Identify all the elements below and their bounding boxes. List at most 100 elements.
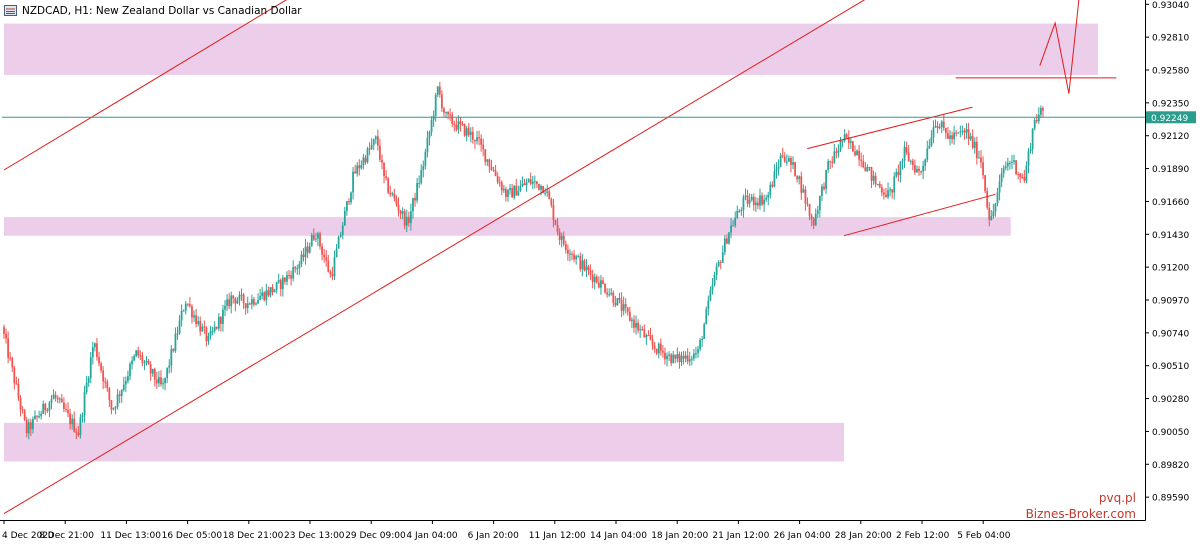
candle-body <box>451 114 454 125</box>
candle-body <box>209 331 212 336</box>
candle-body <box>114 406 117 409</box>
candle-body <box>806 203 809 205</box>
candle-body <box>151 368 154 374</box>
candle-body <box>62 402 65 410</box>
candle-body <box>885 194 887 198</box>
candle-body <box>711 285 714 291</box>
price-tick-label: 0.92810 <box>1152 34 1189 44</box>
candle-body <box>558 231 561 240</box>
candle-body <box>9 357 12 359</box>
candle-body <box>556 225 559 232</box>
candle-body <box>329 271 332 275</box>
candle-body <box>821 186 823 197</box>
candle-body <box>356 165 359 174</box>
candle-body <box>862 161 865 168</box>
chart-area[interactable]: 0.93040 0.92810 0.92580 0.92350 0.92120 0.918… <box>0 0 1200 549</box>
candle-body <box>129 364 131 377</box>
candle-body <box>46 410 49 412</box>
candle-body <box>308 246 311 253</box>
candle-body <box>521 183 524 187</box>
candle-body <box>96 343 98 358</box>
candle-body <box>1023 177 1026 181</box>
candle-body <box>858 150 861 160</box>
candle-body <box>463 124 466 136</box>
price-tick-label: 0.92350 <box>1152 99 1189 109</box>
candle-body <box>544 192 547 194</box>
time-tick-label: 11 Jan 12:00 <box>529 531 586 541</box>
candle-body <box>178 320 181 334</box>
candle-body <box>628 311 631 321</box>
candle-body <box>184 303 187 311</box>
time-tick-label: 28 Jan 20:00 <box>835 531 892 541</box>
candle-body <box>186 303 189 305</box>
candle-body <box>11 358 14 368</box>
candle-body <box>967 129 970 140</box>
price-tick-label: 0.91430 <box>1152 231 1189 241</box>
candle-body <box>916 168 918 173</box>
watermark-line-1: pvq.pl <box>1098 491 1136 505</box>
candle-body <box>959 131 962 133</box>
candle-body <box>721 252 724 263</box>
candle-body <box>304 246 307 258</box>
candle-body <box>314 238 317 240</box>
candle-body <box>922 165 925 172</box>
candle-body <box>639 329 642 331</box>
time-tick-label: 8 Dec 21:00 <box>39 531 94 541</box>
candle-body <box>500 182 503 191</box>
candle-body <box>32 418 34 430</box>
candle-body <box>312 234 315 240</box>
candle-body <box>757 202 759 206</box>
candle-body <box>564 244 567 250</box>
candle-body <box>56 397 59 400</box>
price-chart[interactable]: 0.93040 0.92810 0.92580 0.92350 0.92120 0.918… <box>0 0 1200 549</box>
candle-body <box>65 409 67 411</box>
candle-body <box>453 124 456 126</box>
candle-body <box>294 267 297 269</box>
candle-body <box>248 303 251 305</box>
candle-body <box>284 277 286 282</box>
candle-body <box>91 347 94 358</box>
candle-body <box>909 160 912 162</box>
candle-body <box>618 297 621 300</box>
candle-body <box>955 132 958 134</box>
candle-body <box>963 130 966 133</box>
candle-body <box>54 394 57 398</box>
candle-body <box>664 352 666 360</box>
candle-body <box>168 365 171 368</box>
candle-body <box>990 216 993 220</box>
candle-body <box>160 377 162 385</box>
candle-body <box>110 399 113 410</box>
candle-body <box>936 126 939 128</box>
candle-body <box>818 196 821 211</box>
candle-body <box>854 151 856 156</box>
candle-body <box>1011 162 1013 164</box>
candle-body <box>767 194 770 198</box>
candle-body <box>269 287 272 296</box>
candle-body <box>240 294 243 296</box>
candle-body <box>864 167 867 172</box>
time-tick-label: 14 Jan 04:00 <box>590 531 647 541</box>
candle-body <box>215 326 218 329</box>
candle-body <box>930 137 933 146</box>
candle-body <box>219 316 222 324</box>
candle-body <box>385 176 388 179</box>
candle-body <box>777 166 780 170</box>
time-tick-label: 6 Jan 20:00 <box>468 531 520 541</box>
chart-window-icon <box>4 5 17 16</box>
candle-body <box>1029 149 1032 152</box>
candle-body <box>783 156 786 162</box>
candle-body <box>643 329 646 338</box>
candle-body <box>932 127 935 138</box>
candle-body <box>717 262 720 267</box>
candle-body <box>124 381 127 385</box>
time-tick-label: 4 Jan 04:00 <box>406 531 458 541</box>
candle-body <box>141 355 144 363</box>
candle-body <box>833 151 836 163</box>
candle-body <box>676 353 679 359</box>
candle-body <box>459 121 462 125</box>
candle-body <box>550 198 553 206</box>
candle-body <box>633 319 635 328</box>
candle-body <box>52 394 55 400</box>
candle-body <box>965 129 968 133</box>
candle-body <box>498 182 501 184</box>
